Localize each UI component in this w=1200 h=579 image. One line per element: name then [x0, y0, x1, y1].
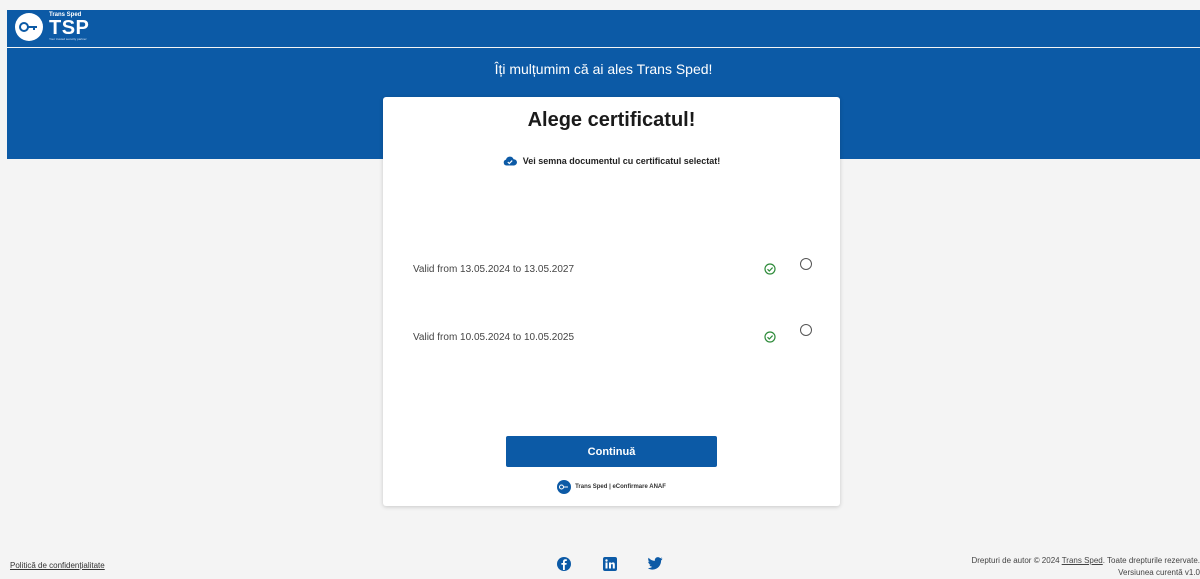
certificate-card: Alege certificatul! Vei semna documentul…: [383, 97, 840, 506]
logo-tagline: Your trusted security partner: [49, 37, 87, 41]
version-text: Versiunea curentă v1.0: [1118, 568, 1200, 577]
top-header: Trans Sped TSP Your trusted security par…: [7, 10, 1200, 47]
continue-button[interactable]: Continuă: [506, 436, 717, 467]
facebook-icon[interactable]: [557, 557, 571, 576]
card-footer-text: Trans Sped | eConfirmare ANAF: [575, 484, 666, 490]
card-title: Alege certificatul!: [527, 109, 696, 131]
trans-sped-link[interactable]: Trans Sped: [1062, 556, 1103, 565]
certificate-option[interactable]: Valid from 10.05.2024 to 10.05.2025: [413, 324, 812, 348]
certificate-option[interactable]: Valid from 13.05.2024 to 13.05.2027: [413, 258, 812, 280]
certificate-validity: Valid from 13.05.2024 to 13.05.2027: [413, 263, 575, 275]
cloud-check-icon: [503, 156, 517, 166]
thanks-message: Îți mulțumim că ai ales Trans Sped!: [494, 61, 713, 77]
certificate-validity: Valid from 10.05.2024 to 10.05.2025: [413, 331, 575, 343]
card-subtitle-text: Vei semna documentul cu certificatul sel…: [522, 156, 721, 166]
logo-big-text: TSP: [49, 17, 90, 39]
key-logo-icon: [557, 480, 572, 494]
copyright-notice: Drepturi de autor © 2024 Trans Sped. Toa…: [971, 555, 1200, 579]
certificate-radio[interactable]: [800, 258, 812, 270]
privacy-policy-link[interactable]: Politică de confidențialitate: [10, 561, 105, 570]
card-footer: Trans Sped | eConfirmare ANAF: [383, 480, 840, 494]
card-subtitle: Vei semna documentul cu certificatul sel…: [383, 156, 840, 166]
copyright-suffix: . Toate drepturile rezervate.: [1102, 556, 1200, 565]
certificate-radio[interactable]: [800, 324, 812, 336]
linkedin-icon[interactable]: [603, 557, 617, 576]
key-logo-icon: [15, 12, 43, 41]
copyright-prefix: Drepturi de autor © 2024: [971, 556, 1062, 565]
twitter-icon[interactable]: [647, 557, 663, 575]
tsp-logo[interactable]: Trans Sped TSP Your trusted security par…: [15, 12, 89, 41]
valid-check-icon: [764, 263, 776, 275]
valid-check-icon: [764, 331, 776, 343]
